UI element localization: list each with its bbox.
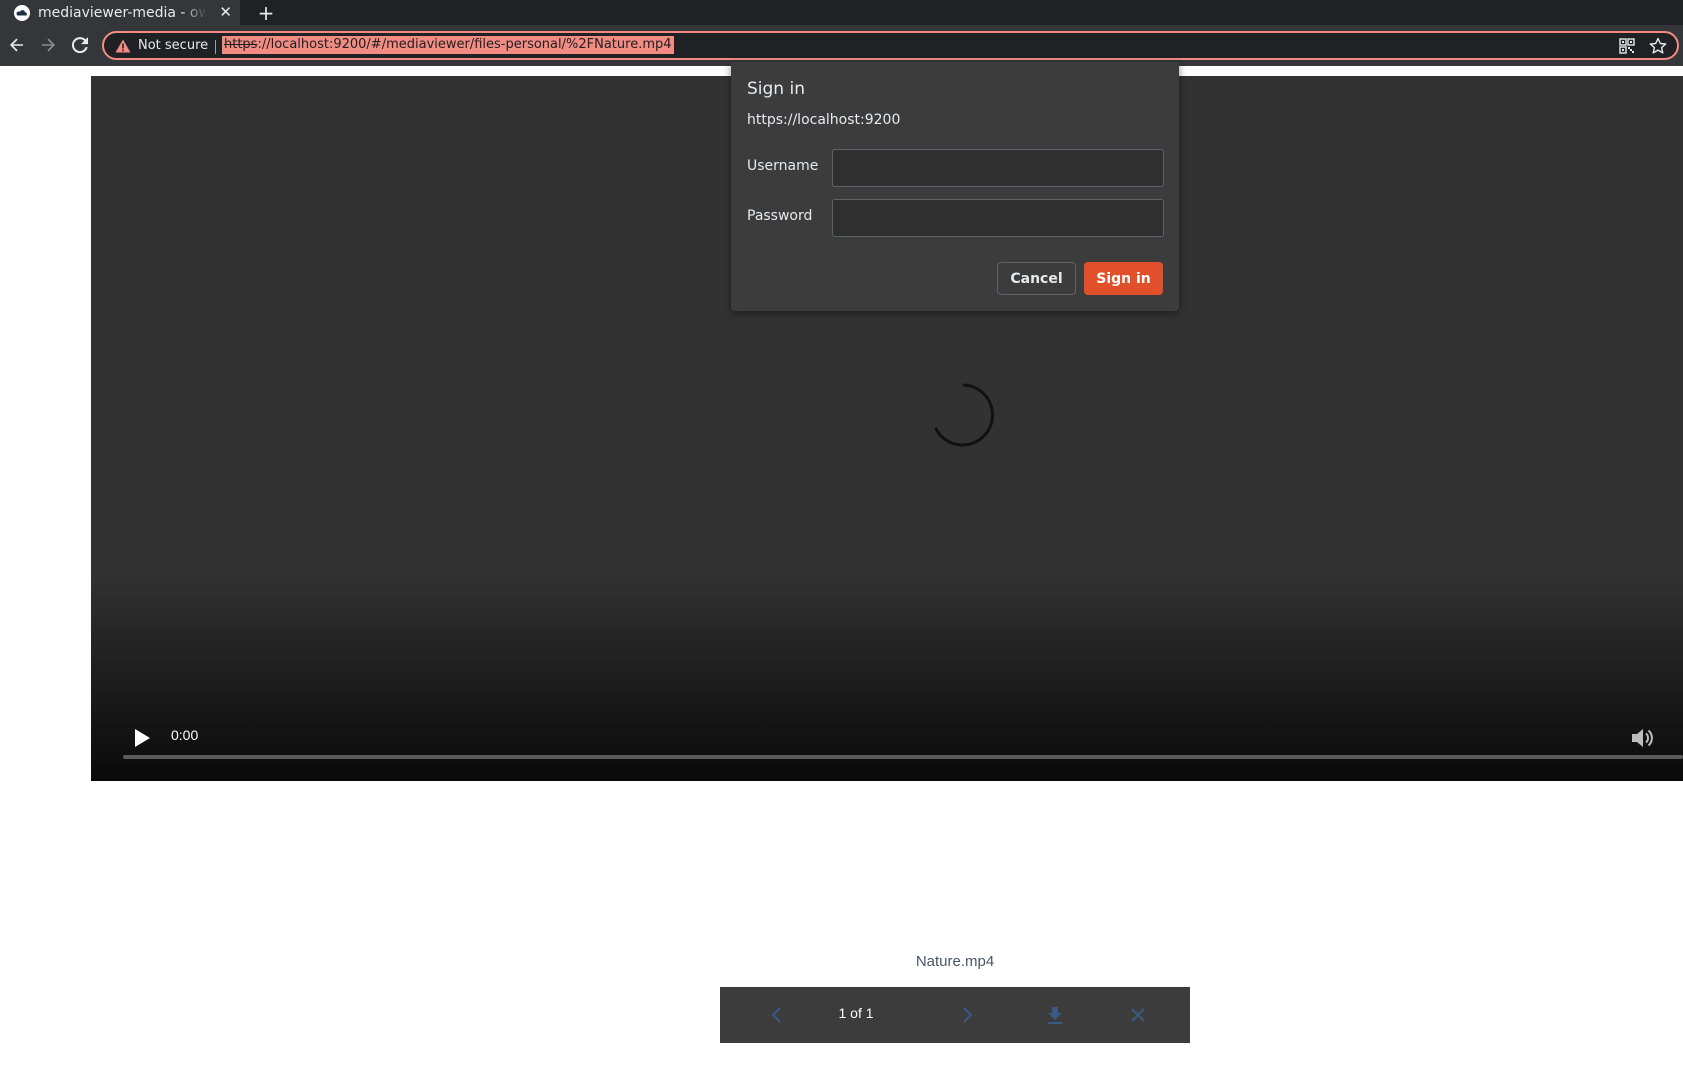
dialog-title: Sign in (747, 79, 805, 99)
download-icon[interactable] (1043, 1003, 1067, 1027)
owncloud-cloud-icon (14, 4, 30, 21)
chevron-right-icon[interactable] (956, 1003, 980, 1027)
chevron-left-icon[interactable] (764, 1003, 788, 1027)
cancel-button[interactable]: Cancel (997, 262, 1076, 295)
password-label: Password (747, 208, 813, 224)
tab-strip: mediaviewer-media - ownCloud ✕ + (0, 0, 1683, 25)
security-status-text[interactable]: Not secure (138, 38, 208, 53)
url-scheme: https (224, 37, 258, 52)
browser-tab[interactable]: mediaviewer-media - ownCloud ✕ (0, 0, 240, 25)
close-icon[interactable]: ✕ (219, 5, 232, 20)
tab-title: mediaviewer-media - ownCloud (38, 4, 208, 21)
forward-arrow-icon[interactable] (36, 33, 60, 57)
loading-spinner-icon (934, 383, 994, 447)
password-field[interactable] (832, 199, 1164, 237)
back-arrow-icon[interactable] (5, 33, 29, 57)
omnibox-divider (215, 40, 216, 54)
browser-toolbar: Not secure https://localhost:9200/#/medi… (0, 25, 1683, 66)
new-tab-button[interactable]: + (256, 0, 276, 25)
video-progress-bar[interactable] (123, 755, 1683, 759)
url-text[interactable]: https://localhost:9200/#/mediaviewer/fil… (222, 36, 674, 54)
star-icon[interactable] (1649, 37, 1667, 55)
play-icon[interactable] (129, 726, 153, 750)
warning-icon[interactable] (115, 39, 131, 53)
username-label: Username (747, 158, 819, 174)
sign-in-dialog: Sign in https://localhost:9200 Username … (731, 62, 1179, 311)
url-path: ://localhost:9200/#/mediaviewer/files-pe… (257, 37, 672, 52)
volume-icon[interactable] (1629, 725, 1655, 751)
media-viewer-controls: 1 of 1 (720, 987, 1190, 1043)
qr-code-icon[interactable] (1619, 38, 1635, 54)
video-controls: 0:00 (91, 701, 1683, 781)
media-file-name: Nature.mp4 (915, 953, 995, 970)
current-time: 0:00 (171, 727, 199, 743)
dialog-origin: https://localhost:9200 (747, 112, 901, 128)
page-counter: 1 of 1 (838, 1005, 874, 1021)
username-field[interactable] (832, 149, 1164, 187)
address-bar[interactable]: Not secure https://localhost:9200/#/medi… (102, 31, 1679, 60)
close-icon[interactable] (1126, 1003, 1150, 1027)
reload-icon[interactable] (68, 33, 92, 57)
sign-in-button[interactable]: Sign in (1084, 262, 1163, 295)
